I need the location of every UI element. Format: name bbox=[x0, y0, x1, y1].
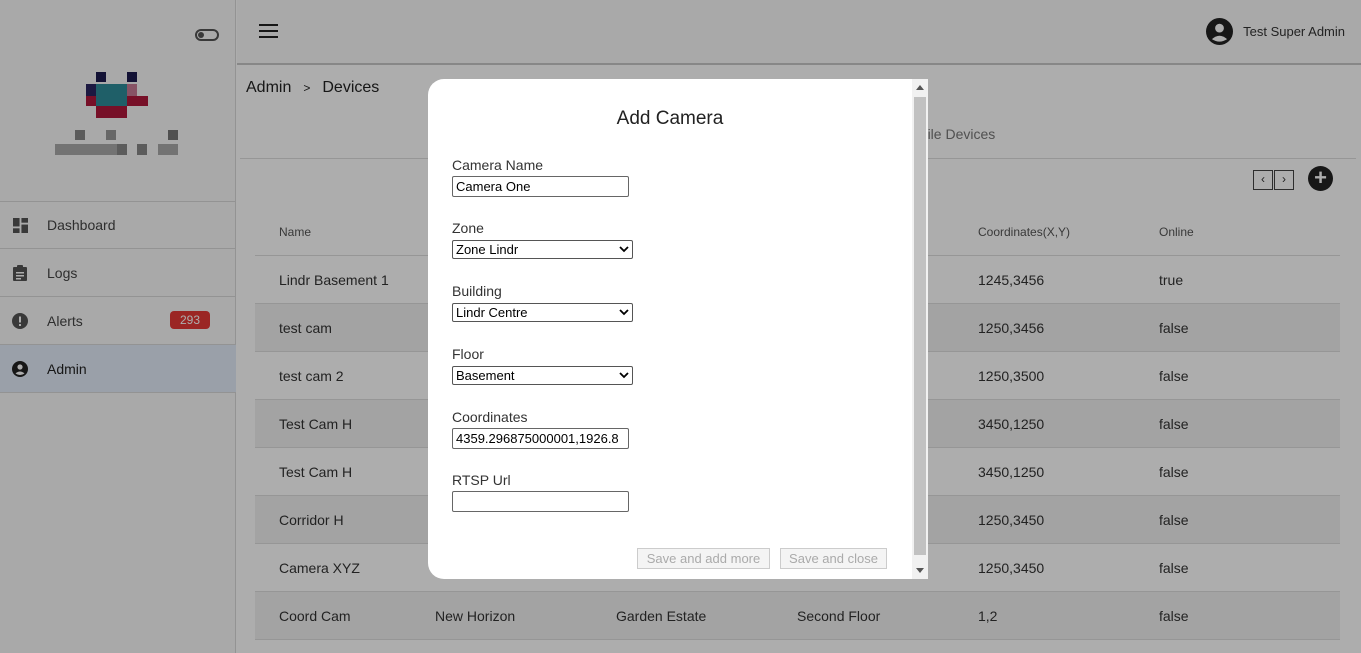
zone-select[interactable]: Zone Lindr bbox=[452, 240, 633, 259]
scroll-up-icon[interactable] bbox=[916, 85, 924, 90]
scroll-down-icon[interactable] bbox=[916, 568, 924, 573]
chevron-down-icon bbox=[619, 309, 629, 316]
scrollbar-thumb[interactable] bbox=[914, 97, 926, 555]
camera-name-label: Camera Name bbox=[452, 157, 544, 173]
zone-label: Zone bbox=[452, 220, 484, 236]
floor-label: Floor bbox=[452, 346, 484, 362]
building-select[interactable]: Lindr Centre bbox=[452, 303, 633, 322]
floor-select[interactable]: Basement bbox=[452, 366, 633, 385]
camera-name-input[interactable]: Camera One bbox=[452, 176, 629, 197]
coordinates-label: Coordinates bbox=[452, 409, 528, 425]
building-select-value: Lindr Centre bbox=[456, 305, 528, 320]
coordinates-input[interactable]: 4359.296875000001,1926.8 bbox=[452, 428, 629, 449]
dialog-scrollbar[interactable] bbox=[912, 79, 928, 579]
add-camera-dialog: Add Camera Camera Name Camera One Zone Z… bbox=[428, 79, 928, 579]
chevron-down-icon bbox=[619, 246, 629, 253]
building-label: Building bbox=[452, 283, 502, 299]
chevron-down-icon bbox=[619, 372, 629, 379]
dialog-title: Add Camera bbox=[616, 108, 724, 129]
floor-select-value: Basement bbox=[456, 368, 515, 383]
zone-select-value: Zone Lindr bbox=[456, 242, 519, 257]
rtsp-url-label: RTSP Url bbox=[452, 472, 511, 488]
rtsp-url-input[interactable] bbox=[452, 491, 629, 512]
save-and-close-button[interactable]: Save and close bbox=[780, 548, 887, 569]
save-and-add-more-button[interactable]: Save and add more bbox=[637, 548, 770, 569]
